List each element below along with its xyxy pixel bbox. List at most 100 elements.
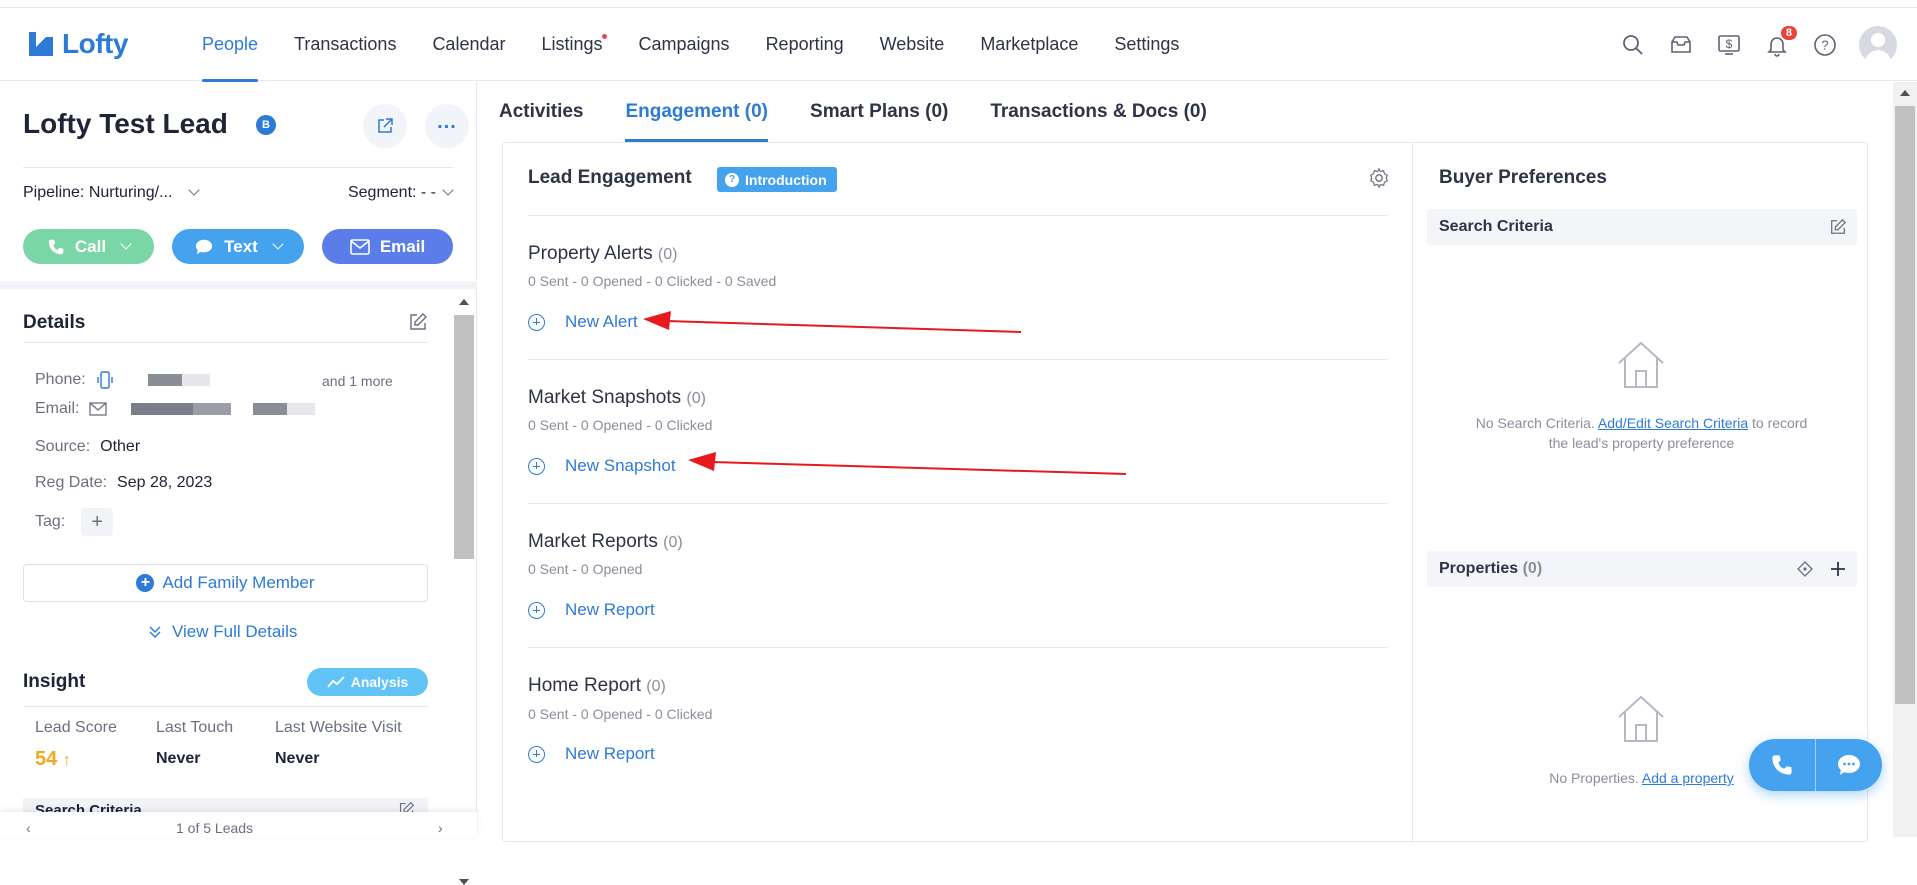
help-icon[interactable]: ? bbox=[1811, 31, 1839, 59]
nav-calendar[interactable]: Calendar bbox=[414, 8, 523, 81]
edit-icon[interactable] bbox=[408, 312, 428, 332]
nav-listings[interactable]: Listings bbox=[523, 8, 620, 81]
share-button[interactable] bbox=[363, 104, 407, 148]
segment-select[interactable]: Segment: - - bbox=[348, 184, 454, 202]
properties-label-text: Properties bbox=[1439, 560, 1519, 577]
search-criteria-empty-message: No Search Criteria. Add/Edit Search Crit… bbox=[1439, 413, 1844, 453]
reg-date-value: Sep 28, 2023 bbox=[117, 474, 213, 491]
mobile-icon[interactable] bbox=[96, 370, 114, 390]
prev-lead-icon[interactable]: ‹ bbox=[26, 820, 31, 836]
last-touch-value: Never bbox=[156, 750, 201, 767]
add-property-link[interactable]: Add a property bbox=[1642, 770, 1734, 786]
redacted-email bbox=[131, 403, 232, 415]
scroll-up-arrow[interactable] bbox=[1900, 90, 1910, 96]
tab-label: Smart Plans (0) bbox=[810, 101, 949, 122]
redacted-email bbox=[253, 403, 316, 415]
text-button[interactable]: Text bbox=[172, 229, 304, 264]
scroll-thumb[interactable] bbox=[1895, 106, 1915, 704]
search-icon[interactable] bbox=[1619, 31, 1647, 59]
source-row: Source: Other bbox=[35, 438, 140, 456]
plus-circle-icon bbox=[528, 601, 545, 619]
nav-label: Campaigns bbox=[638, 34, 730, 54]
engagement-card: Lead Engagement ? Introduction Property … bbox=[502, 142, 1868, 843]
call-label: Call bbox=[74, 236, 107, 256]
new-report-label: New Report bbox=[565, 744, 655, 763]
add-family-member-button[interactable]: + Add Family Member bbox=[23, 564, 428, 602]
edit-icon[interactable] bbox=[1829, 218, 1847, 236]
phone-icon bbox=[1772, 755, 1792, 775]
fab-chat-button[interactable] bbox=[1816, 739, 1882, 791]
details-scrollbar[interactable] bbox=[453, 291, 475, 885]
avatar[interactable] bbox=[1859, 25, 1897, 64]
tab-engagement[interactable]: Engagement (0) bbox=[604, 82, 789, 142]
nav-settings[interactable]: Settings bbox=[1096, 8, 1197, 81]
new-indicator-dot bbox=[601, 34, 607, 39]
analysis-button[interactable]: Analysis bbox=[307, 668, 428, 696]
empty-text: to record bbox=[1752, 415, 1808, 431]
arrow-up-icon: ↑ bbox=[62, 752, 71, 769]
add-icon[interactable] bbox=[1829, 560, 1847, 578]
next-lead-icon[interactable]: › bbox=[438, 820, 443, 836]
section-count: (0) bbox=[663, 534, 683, 551]
inbox-icon[interactable] bbox=[1667, 31, 1695, 59]
top-edge bbox=[0, 0, 1917, 8]
nav-label: Reporting bbox=[765, 34, 844, 54]
svg-text:?: ? bbox=[1821, 37, 1828, 52]
tab-activities[interactable]: Activities bbox=[478, 82, 604, 142]
new-alert-button[interactable]: New Alert bbox=[528, 312, 638, 332]
page-scrollbar[interactable] bbox=[1893, 82, 1917, 837]
add-edit-search-criteria-link[interactable]: Add/Edit Search Criteria bbox=[1598, 415, 1748, 431]
new-snapshot-button[interactable]: New Snapshot bbox=[528, 456, 676, 476]
scroll-down-arrow[interactable] bbox=[459, 879, 469, 885]
section-count: (0) bbox=[686, 390, 706, 407]
nav-label: Calendar bbox=[432, 34, 506, 54]
svg-text:$: $ bbox=[1726, 37, 1733, 51]
trend-icon bbox=[327, 676, 345, 688]
text-label: Text bbox=[224, 236, 258, 256]
question-icon: ? bbox=[725, 172, 739, 187]
nav-label: Website bbox=[879, 34, 945, 54]
new-market-report-button[interactable]: New Report bbox=[528, 600, 655, 620]
property-alerts-title: Property Alerts (0) bbox=[528, 243, 677, 265]
section-count: (0) bbox=[657, 246, 678, 263]
lead-score-label: Lead Score bbox=[35, 719, 117, 736]
section-title-text: Home Report bbox=[528, 675, 641, 696]
details-heading: Details bbox=[23, 312, 86, 333]
home-report-title: Home Report (0) bbox=[528, 675, 666, 697]
divider bbox=[23, 706, 428, 707]
nav-transactions[interactable]: Transactions bbox=[276, 8, 414, 81]
nav-website[interactable]: Website bbox=[862, 8, 963, 81]
tab-smart-plans[interactable]: Smart Plans (0) bbox=[789, 82, 969, 142]
tag-icon[interactable] bbox=[1797, 561, 1813, 577]
pipeline-select[interactable]: Pipeline: Nurturing/... bbox=[23, 184, 201, 202]
more-options-button[interactable]: ... bbox=[425, 104, 469, 148]
email-row: Email: bbox=[35, 400, 316, 418]
divider bbox=[528, 503, 1388, 504]
fab-call-button[interactable] bbox=[1749, 739, 1815, 791]
call-button[interactable]: Call bbox=[23, 229, 154, 264]
logo[interactable]: Lofty bbox=[26, 28, 128, 60]
chevron-down-icon bbox=[272, 237, 284, 250]
add-tag-button[interactable]: + bbox=[81, 508, 114, 536]
plus-circle-icon bbox=[528, 745, 545, 763]
introduction-button[interactable]: ? Introduction bbox=[717, 167, 837, 192]
chevron-down-icon bbox=[188, 184, 201, 196]
view-full-details-link[interactable]: View Full Details bbox=[148, 622, 297, 642]
nav-reporting[interactable]: Reporting bbox=[748, 8, 862, 81]
last-visit-label: Last Website Visit bbox=[275, 719, 402, 736]
mail-icon bbox=[350, 238, 370, 255]
main-nav: People Transactions Calendar Listings Ca… bbox=[184, 8, 1197, 82]
email-button[interactable]: Email bbox=[322, 229, 453, 264]
gear-icon[interactable] bbox=[1368, 167, 1390, 189]
bell-icon[interactable]: 8 bbox=[1763, 25, 1797, 59]
tab-transactions-docs[interactable]: Transactions & Docs (0) bbox=[969, 82, 1227, 142]
phone-more-link[interactable]: and 1 more bbox=[322, 373, 393, 389]
nav-campaigns[interactable]: Campaigns bbox=[621, 8, 748, 81]
new-home-report-button[interactable]: New Report bbox=[528, 744, 655, 764]
scroll-thumb[interactable] bbox=[454, 315, 474, 559]
empty-text: the lead's property preference bbox=[1548, 435, 1735, 451]
dollar-icon[interactable]: $ bbox=[1715, 31, 1743, 59]
scroll-up-arrow[interactable] bbox=[459, 299, 469, 305]
nav-marketplace[interactable]: Marketplace bbox=[962, 8, 1096, 81]
nav-people[interactable]: People bbox=[184, 8, 276, 82]
